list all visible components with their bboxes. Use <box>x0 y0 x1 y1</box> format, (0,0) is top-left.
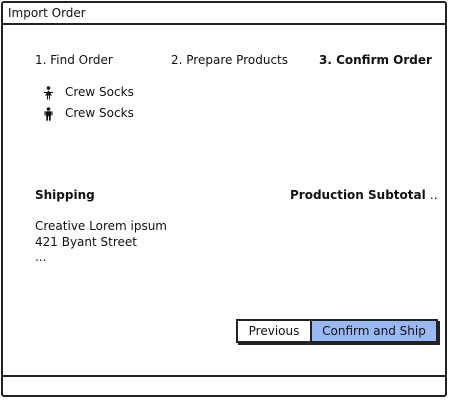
male-person-icon <box>44 107 53 121</box>
address-line: Creative Lorem ipsum <box>35 219 167 233</box>
product-label: Crew Socks <box>65 106 134 120</box>
window-title: Import Order <box>8 6 86 20</box>
status-bar <box>3 375 445 395</box>
female-person-icon <box>44 86 53 100</box>
production-subtotal: Production Subtotal .. <box>290 188 438 202</box>
product-label: Crew Socks <box>65 85 134 99</box>
production-subtotal-heading: Production Subtotal <box>290 188 426 202</box>
confirm-and-ship-button[interactable]: Confirm and Ship <box>312 321 436 341</box>
previous-button[interactable]: Previous <box>238 321 312 341</box>
title-bar: Import Order <box>3 3 445 25</box>
address-line: ... <box>35 250 47 264</box>
step-prepare-products: 2. Prepare Products <box>171 53 288 67</box>
production-subtotal-value: .. <box>429 188 438 202</box>
shipping-heading: Shipping <box>35 188 95 202</box>
step-find-order: 1. Find Order <box>35 53 113 67</box>
import-order-window: Import Order 1. Find Order 2. Prepare Pr… <box>1 1 447 397</box>
address-line: 421 Byant Street <box>35 235 137 249</box>
step-confirm-order: 3. Confirm Order <box>319 53 432 67</box>
wizard-button-group: Previous Confirm and Ship <box>236 319 438 343</box>
